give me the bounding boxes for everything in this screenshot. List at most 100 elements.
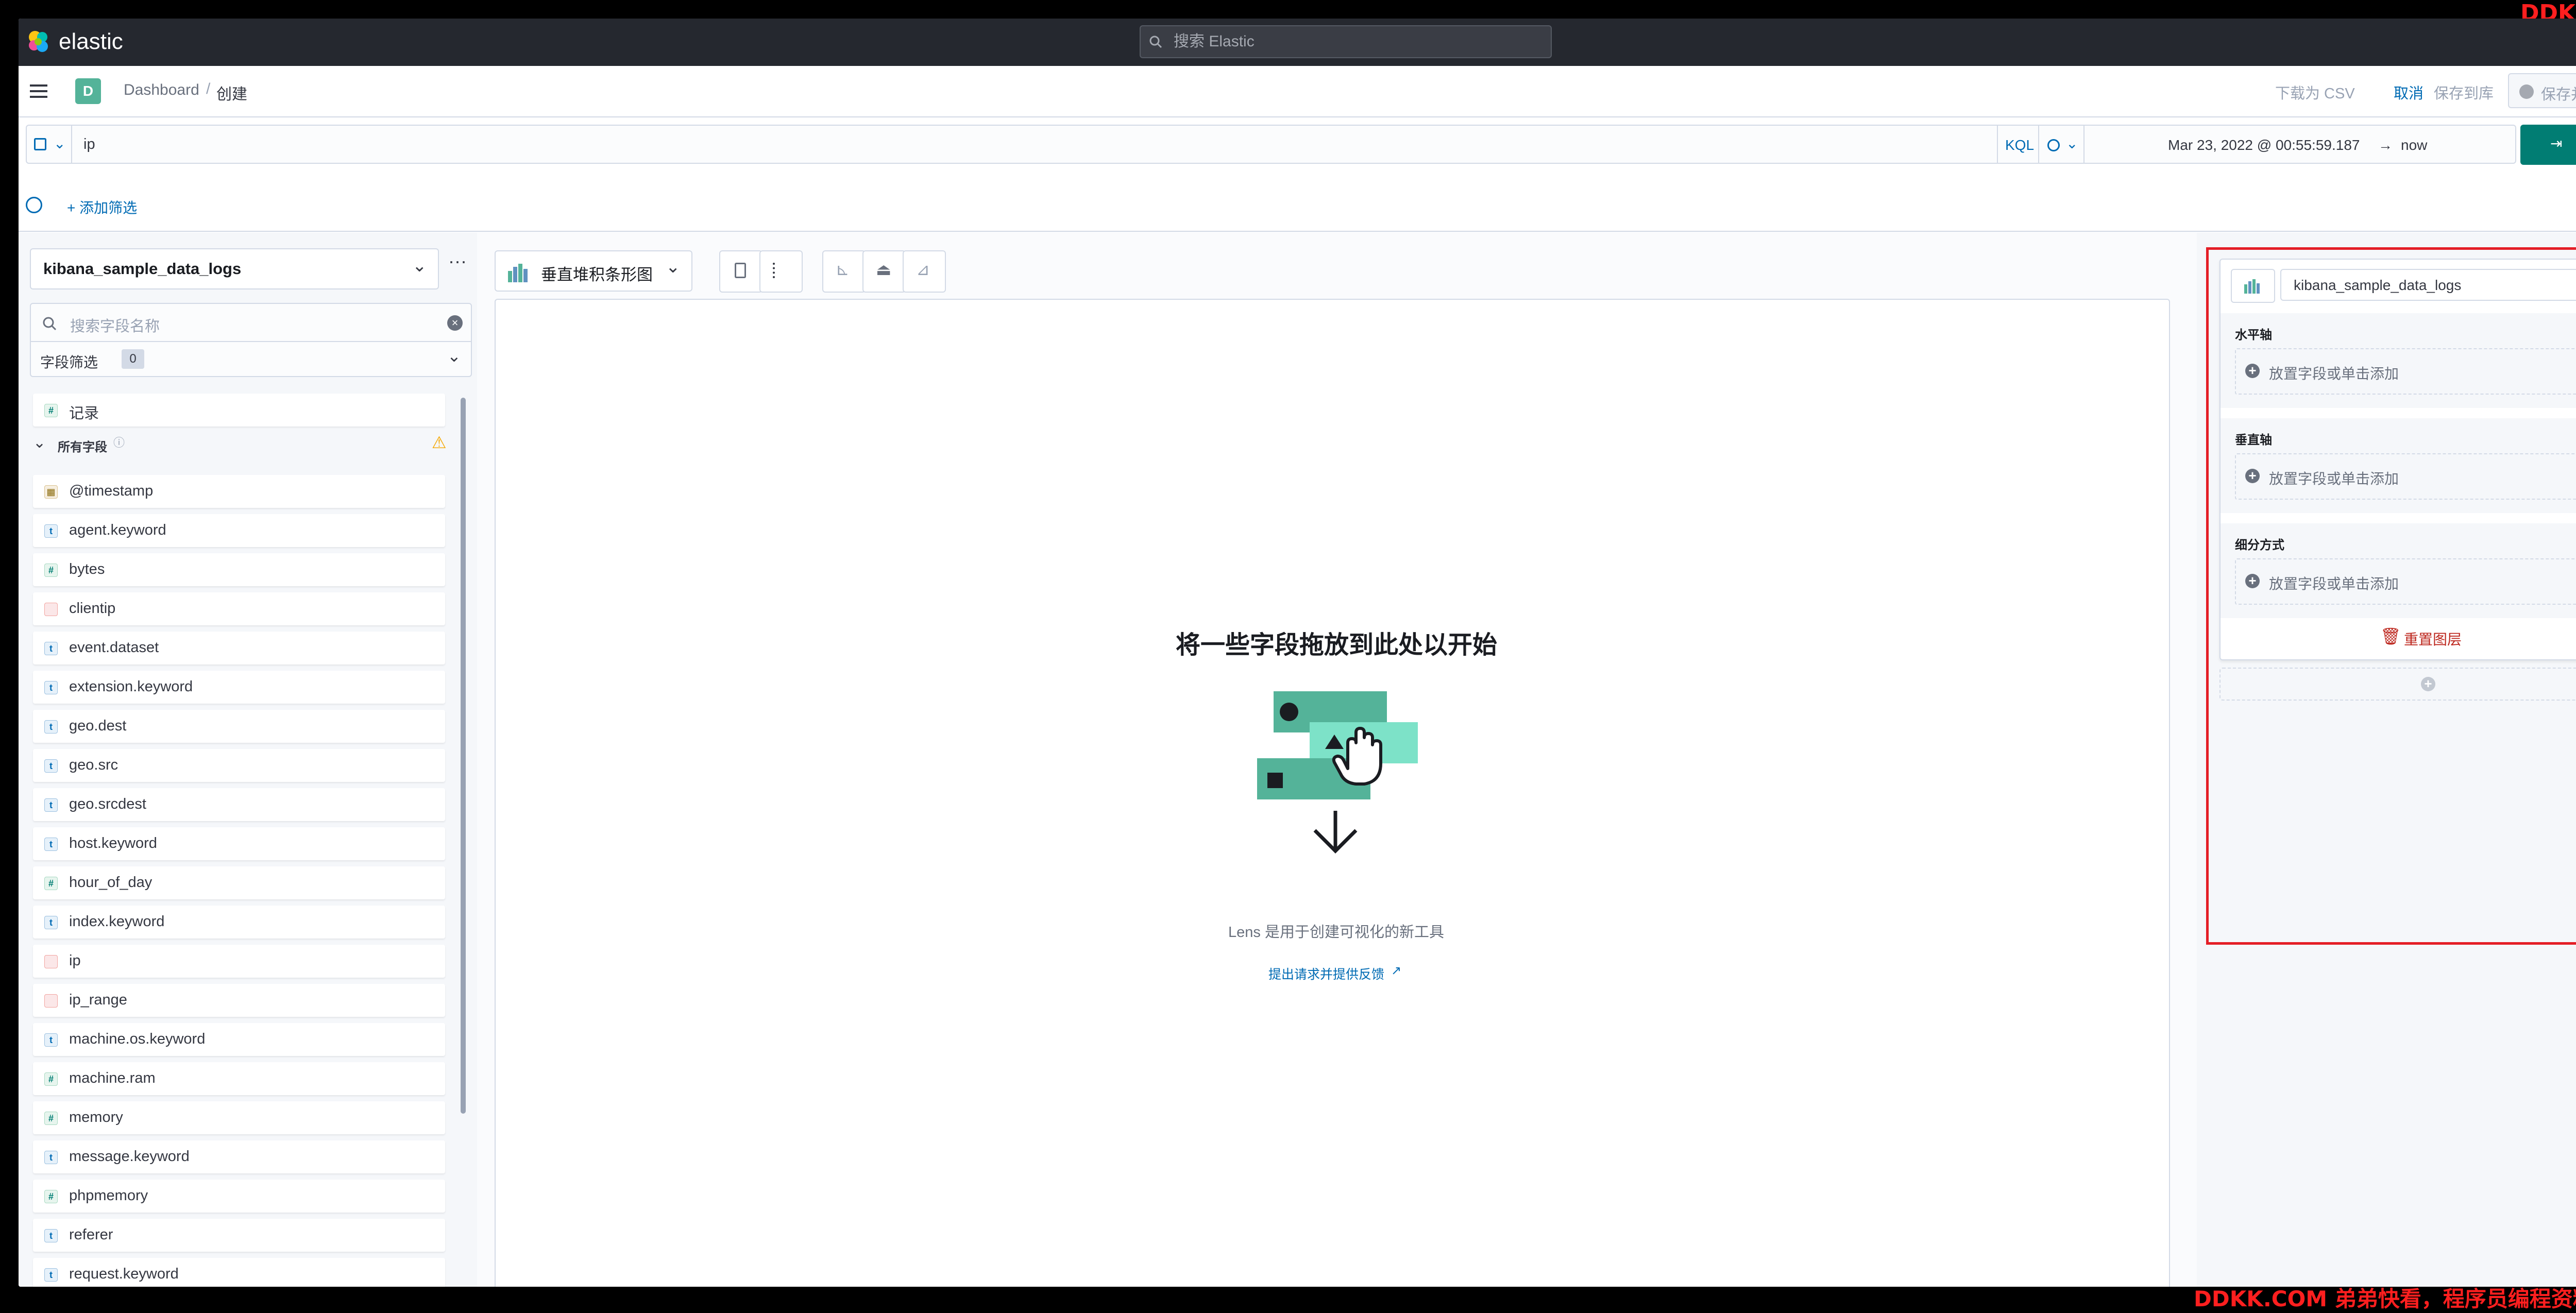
field-item[interactable]: # memory [33,1101,445,1134]
field-item[interactable]: t host.keyword [33,827,445,860]
field-item[interactable]: t geo.srcdest [33,788,445,821]
field-list-panel: kibana_sample_data_logs ⌄ ··· 搜索字段名称 × 字… [19,233,477,1287]
menu-icon[interactable] [29,82,49,100]
field-item[interactable]: t agent.keyword [33,514,445,547]
number-type-icon: # [44,564,58,577]
layer-index-select[interactable]: kibana_sample_data_logs ⌄ [2280,269,2576,301]
calendar-icon [2047,139,2060,151]
empty-description: Lens 是用于创建可视化的新工具 [1228,924,1444,941]
chevron-down-icon: ⌄ [412,256,427,276]
query-input[interactable]: ip [71,125,1998,164]
field-name: event.dataset [69,639,159,656]
string-type-icon: t [44,916,58,929]
chart-type-select[interactable]: 垂直堆积条形图 ⌄ [495,250,692,292]
add-filter-button[interactable]: + 添加筛选 [67,197,137,217]
date-start[interactable]: Mar 23, 2022 @ 00:55:59.187 [2168,137,2360,154]
field-item[interactable]: t request.keyword [33,1258,445,1287]
field-item[interactable]: t message.keyword [33,1140,445,1173]
kql-label: KQL [2005,137,2035,153]
more-options-icon[interactable]: ··· [448,250,467,272]
drop-zone[interactable]: 将一些字段拖放到此处以开始 Lens 是用于创建可视化的新工具 提出请求并提供反… [495,299,2170,1287]
elastic-logo-icon[interactable] [26,29,52,55]
all-fields-label[interactable]: 所有字段 [58,437,107,455]
breadcrumb-dashboard[interactable]: Dashboard [124,81,199,99]
bottom-axis-button[interactable]: ⏏ [862,250,906,293]
plus-icon: + [2245,574,2260,588]
field-list-scrollbar[interactable] [461,398,466,1114]
kql-button[interactable]: KQL [1997,125,2039,164]
date-range-picker[interactable]: Mar 23, 2022 @ 00:55:59.187 → now [2083,125,2516,164]
info-icon: ⓘ [113,436,125,449]
field-item[interactable]: ▦ @timestamp [33,475,445,508]
date-quick-menu[interactable]: ⌄ [2038,125,2084,164]
field-item[interactable]: ip_range [33,984,445,1017]
index-pattern-select[interactable]: kibana_sample_data_logs ⌄ [30,248,439,289]
bar-chart-icon [507,262,530,282]
field-item[interactable]: t geo.dest [33,710,445,743]
field-item[interactable]: t index.keyword [33,906,445,939]
refresh-icon: ⇥ [2550,135,2563,151]
field-item[interactable]: ip [33,945,445,978]
field-filter-button[interactable]: 字段筛选 0 ⌄ [30,341,472,377]
date-end[interactable]: now [2401,137,2427,154]
space-avatar[interactable]: D [75,78,101,104]
external-link-icon: ↗ [1391,964,1402,978]
field-name: ip [69,952,81,969]
reset-layer-button[interactable]: 🗑 重置图层 [2380,626,2483,649]
records-label: 记录 [69,405,99,422]
query-bar: ⌄ ip KQL ⌄ Mar 23, 2022 @ 00:55:59.187 →… [19,117,2576,232]
chevron-down-icon: ⌄ [447,347,461,365]
field-item[interactable]: t extension.keyword [33,671,445,704]
field-item[interactable]: t referer [33,1219,445,1252]
field-name: agent.keyword [69,522,166,538]
field-name: @timestamp [69,483,154,499]
field-item[interactable]: clientip [33,592,445,625]
field-item[interactable]: # phpmemory [33,1180,445,1213]
string-type-icon: t [44,1268,58,1282]
clear-icon[interactable]: × [447,315,463,331]
field-name: phpmemory [69,1187,148,1204]
field-item[interactable]: # bytes [33,553,445,586]
saved-query-button[interactable]: ⌄ [26,125,72,164]
help-icon[interactable] [2574,30,2576,53]
field-filter-count: 0 [122,349,144,369]
string-type-icon: t [44,838,58,851]
right-axis-button[interactable]: ⊿ [903,250,946,293]
dimension-drop-zone[interactable]: + 放置字段或单击添加 [2235,348,2576,395]
field-item[interactable]: t geo.src [33,749,445,782]
chevron-down-icon[interactable]: ⌄ [33,434,46,452]
dimension-drop-zone[interactable]: + 放置字段或单击添加 [2235,453,2576,500]
legend-button[interactable] [719,250,762,293]
axis-icon: ⊾ [836,260,850,279]
field-item[interactable]: t event.dataset [33,632,445,664]
field-item[interactable]: # machine.ram [33,1062,445,1095]
left-axis-button[interactable]: ⊾ [822,250,866,293]
date-type-icon: ▦ [44,485,58,499]
records-field[interactable]: # 记录 [33,394,445,427]
save-to-library-button[interactable]: 保存到库 [2434,81,2494,103]
dimension-section: 垂直轴 + 放置字段或单击添加 [2221,418,2576,513]
chevron-down-icon: ⌄ [2066,135,2078,151]
field-item[interactable]: t machine.os.keyword [33,1023,445,1056]
filter-icon[interactable] [26,197,42,213]
field-name: geo.src [69,757,118,773]
save-and-return-label: 保存并返回 [2541,87,2576,103]
layer-chart-type-button[interactable] [2231,269,2275,303]
feedback-link[interactable]: 提出请求并提供反馈 [1268,964,1384,983]
field-item[interactable]: # hour_of_day [33,866,445,899]
download-csv-button[interactable]: 下载为 CSV [2275,81,2355,103]
dimension-placeholder: 放置字段或单击添加 [2269,576,2399,592]
workspace: 垂直堆积条形图 ⌄ ⊾ ⏏ ⊿ 将一些字段拖放到此处以开始 Lens 是用于创建… [477,233,2213,1287]
breadcrumb-create: 创建 [216,86,247,103]
add-layer-button[interactable]: + [2219,668,2576,701]
cancel-button[interactable]: 取消 [2394,81,2424,103]
global-search-input[interactable]: 搜索 Elastic [1140,25,1552,58]
values-button[interactable] [759,250,803,293]
save-and-return-button[interactable]: 保存并返回 [2508,73,2576,108]
update-button[interactable]: ⇥ 更新 [2520,125,2576,165]
field-name: clientip [69,600,116,617]
field-name: machine.ram [69,1070,156,1086]
dimension-drop-zone[interactable]: + 放置字段或单击添加 [2235,558,2576,605]
field-search-input[interactable]: 搜索字段名称 × [30,303,472,342]
chart-type-label: 垂直堆积条形图 [541,266,653,284]
